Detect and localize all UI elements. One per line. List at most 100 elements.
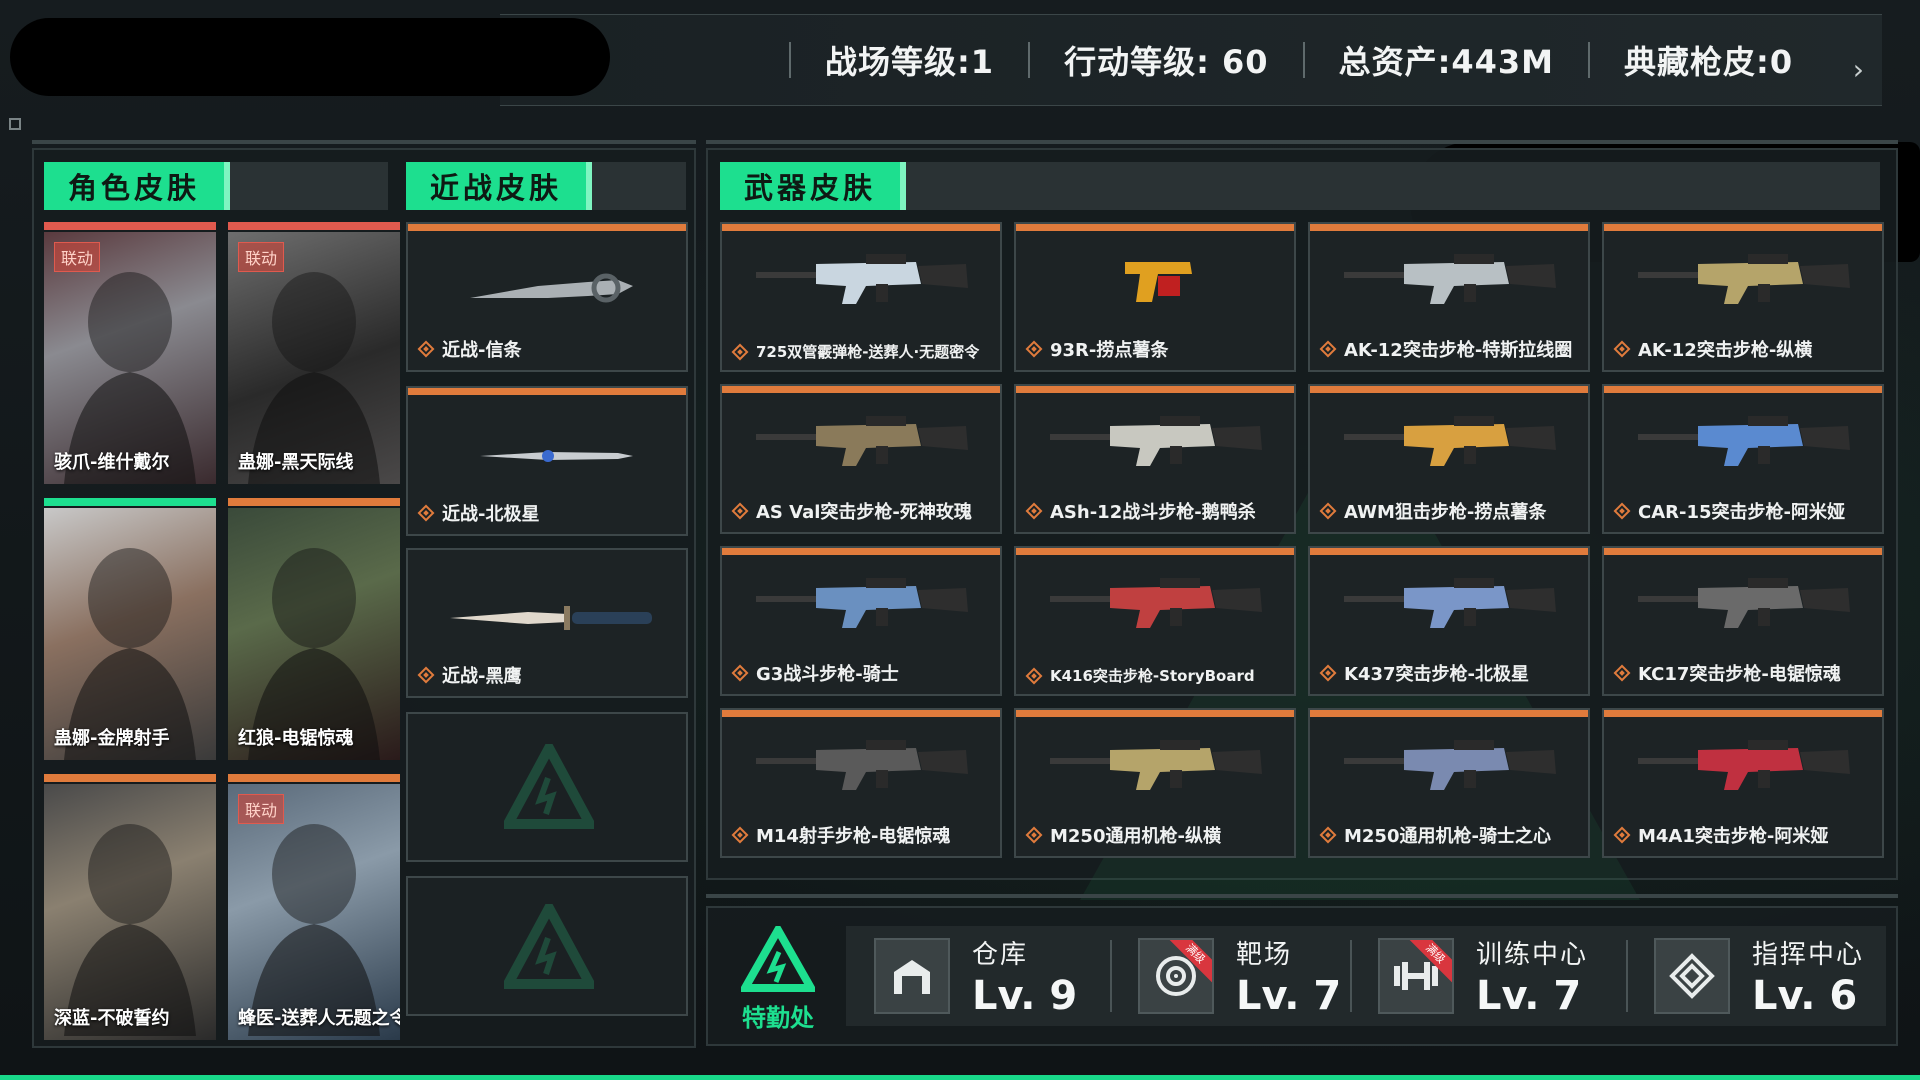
weapon-skin-name: K437突击步枪-北极星 bbox=[1344, 664, 1529, 685]
facility-divider bbox=[1110, 940, 1112, 1012]
rarity-strip bbox=[44, 222, 216, 230]
special-department-icon bbox=[738, 921, 818, 992]
weapon-skin-card[interactable]: CAR-15突击步枪-阿米娅 bbox=[1602, 384, 1884, 534]
rarity-diamond-icon bbox=[1025, 667, 1043, 684]
facility-name: 指挥中心 bbox=[1752, 939, 1865, 970]
weapon-skin-card[interactable]: M250通用机枪-纵横 bbox=[1014, 708, 1296, 858]
weapon-skin-label: M250通用机枪-骑士之心 bbox=[1319, 822, 1551, 848]
battlefield-level: 战场等级:1 bbox=[755, 37, 994, 83]
weapon-icon bbox=[756, 416, 968, 466]
character-skin-name: 深蓝-不破誓约 bbox=[54, 1008, 170, 1029]
weapon-skin-card[interactable]: M14射手步枪-电锯惊魂 bbox=[720, 708, 1002, 858]
weapon-skin-name: AK-12突击步枪-纵横 bbox=[1638, 340, 1813, 361]
rarity-strip bbox=[1310, 386, 1588, 393]
facility-divider bbox=[1350, 940, 1352, 1012]
character-skin-card[interactable]: 联动 蛊娜-黑天际线 bbox=[228, 222, 400, 484]
collection-skins: 典藏枪皮:0 bbox=[1554, 37, 1793, 83]
chevron-right-icon[interactable]: › bbox=[1853, 53, 1864, 86]
weapon-skin-label: AWM狙击步枪-捞点薯条 bbox=[1319, 498, 1547, 524]
warehouse-icon bbox=[874, 938, 950, 1014]
melee-card[interactable]: 近战-信条 bbox=[406, 222, 688, 372]
weapon-skin-card[interactable]: M250通用机枪-骑士之心 bbox=[1308, 708, 1590, 858]
facility-level: Lv. 9 bbox=[972, 972, 1078, 1019]
rarity-strip bbox=[1604, 224, 1882, 231]
rarity-strip bbox=[228, 498, 400, 506]
collab-badge: 联动 bbox=[238, 794, 285, 824]
total-assets: 总资产:443M bbox=[1269, 37, 1554, 83]
weapon-skin-label: 725双管霰弹枪-送葬人·无题密令 bbox=[731, 341, 980, 362]
weapon-icon bbox=[1344, 254, 1556, 304]
operation-level: 行动等级: 60 bbox=[994, 37, 1268, 83]
rarity-diamond-icon bbox=[1613, 340, 1631, 358]
weapon-skin-card[interactable]: KC17突击步枪-电锯惊魂 bbox=[1602, 546, 1884, 696]
weapon-skin-label: M4A1突击步枪-阿米娅 bbox=[1613, 822, 1828, 848]
weapon-skin-name: AK-12突击步枪-特斯拉线圈 bbox=[1344, 340, 1573, 361]
tab-weapon-skins[interactable]: 武器皮肤 bbox=[720, 162, 1880, 210]
rarity-strip bbox=[228, 774, 400, 782]
facility-name: 训练中心 bbox=[1476, 939, 1589, 970]
character-skin-name: 骇爪-维什戴尔 bbox=[54, 452, 170, 473]
weapon-icon bbox=[756, 740, 968, 790]
rarity-strip bbox=[722, 710, 1000, 717]
rarity-strip bbox=[722, 386, 1000, 393]
square-icon bbox=[9, 118, 21, 130]
character-skin-card[interactable]: 深蓝-不破誓约 bbox=[44, 774, 216, 1040]
facility-name: 仓库 bbox=[972, 939, 1029, 970]
weapon-skin-card[interactable]: AS Val突击步枪-死神玫瑰 bbox=[720, 384, 1002, 534]
character-skin-name: 蛊娜-金牌射手 bbox=[54, 728, 170, 749]
weapon-skin-label: M14射手步枪-电锯惊魂 bbox=[731, 822, 950, 848]
melee-card[interactable]: 近战-黑鹰 bbox=[406, 548, 688, 698]
weapon-icon bbox=[1638, 578, 1850, 628]
rarity-diamond-icon bbox=[1025, 340, 1043, 358]
weapon-skin-label: M250通用机枪-纵横 bbox=[1025, 822, 1221, 848]
weapon-skin-label: CAR-15突击步枪-阿米娅 bbox=[1613, 498, 1845, 524]
weapon-skin-card[interactable]: ASh-12战斗步枪-鹅鸭杀 bbox=[1014, 384, 1296, 534]
rarity-diamond-icon bbox=[731, 343, 749, 360]
weapon-icon bbox=[1638, 254, 1850, 304]
facility-command[interactable]: 指挥中心 Lv. 6 bbox=[1654, 936, 1865, 1019]
weapon-icon bbox=[1344, 578, 1556, 628]
weapon-skin-card[interactable]: G3战斗步枪-骑士 bbox=[720, 546, 1002, 696]
facility-divider bbox=[1626, 940, 1628, 1012]
special-department-logo[interactable]: 特勤处 bbox=[734, 921, 822, 1033]
bottom-accent-line bbox=[0, 1075, 1920, 1080]
rarity-diamond-icon bbox=[1613, 826, 1631, 844]
weapon-skin-card[interactable]: AWM狙击步枪-捞点薯条 bbox=[1308, 384, 1590, 534]
tab-melee-skins[interactable]: 近战皮肤 bbox=[406, 162, 686, 210]
weapon-skin-name: 725双管霰弹枪-送葬人·无题密令 bbox=[756, 343, 980, 361]
divider bbox=[706, 894, 1898, 898]
weapon-skin-label: G3战斗步枪-骑士 bbox=[731, 660, 899, 686]
rarity-diamond-icon bbox=[1319, 664, 1337, 682]
rarity-strip bbox=[1016, 548, 1294, 555]
special-department-label: 特勤处 bbox=[742, 1004, 814, 1032]
character-skin-card[interactable]: 蛊娜-金牌射手 bbox=[44, 498, 216, 760]
weapon-skin-label: 93R-捞点薯条 bbox=[1025, 336, 1169, 362]
weapon-skin-card[interactable]: AK-12突击步枪-特斯拉线圈 bbox=[1308, 222, 1590, 372]
weapon-skin-name: AWM狙击步枪-捞点薯条 bbox=[1344, 502, 1547, 523]
melee-empty-slot bbox=[406, 876, 688, 1016]
divider bbox=[706, 140, 1898, 144]
facility-target[interactable]: 满级 靶场 Lv. 7 bbox=[1138, 936, 1341, 1019]
character-skin-card[interactable]: 联动 蜂医-送葬人无题之令 bbox=[228, 774, 400, 1040]
redacted-profile bbox=[10, 18, 610, 96]
target-icon: 满级 bbox=[1138, 938, 1214, 1014]
rarity-diamond-icon bbox=[1319, 340, 1337, 358]
weapon-skin-card[interactable]: 93R-捞点薯条 bbox=[1014, 222, 1296, 372]
weapon-skin-card[interactable]: 725双管霰弹枪-送葬人·无题密令 bbox=[720, 222, 1002, 372]
weapon-skin-name: 93R-捞点薯条 bbox=[1050, 340, 1169, 361]
melee-card[interactable]: 近战-北极星 bbox=[406, 386, 688, 536]
weapon-skin-card[interactable]: M4A1突击步枪-阿米娅 bbox=[1602, 708, 1884, 858]
tab-character-skins[interactable]: 角色皮肤 bbox=[44, 162, 388, 210]
weapon-skin-name: KC17突击步枪-电锯惊魂 bbox=[1638, 664, 1841, 685]
character-skin-card[interactable]: 联动 骇爪-维什戴尔 bbox=[44, 222, 216, 484]
facility-dumbbell[interactable]: 满级 训练中心 Lv. 7 bbox=[1378, 936, 1589, 1019]
weapon-skin-card[interactable]: AK-12突击步枪-纵横 bbox=[1602, 222, 1884, 372]
weapon-skin-card[interactable]: K437突击步枪-北极星 bbox=[1308, 546, 1590, 696]
rarity-strip bbox=[1604, 548, 1882, 555]
character-skins-title: 角色皮肤 bbox=[44, 162, 230, 210]
character-skin-card[interactable]: 红狼-电锯惊魂 bbox=[228, 498, 400, 760]
facility-warehouse[interactable]: 仓库 Lv. 9 bbox=[874, 936, 1078, 1019]
weapon-skin-card[interactable]: K416突击步枪-StoryBoard bbox=[1014, 546, 1296, 696]
weapon-skin-name: CAR-15突击步枪-阿米娅 bbox=[1638, 502, 1845, 523]
facility-level: Lv. 7 bbox=[1476, 972, 1582, 1019]
